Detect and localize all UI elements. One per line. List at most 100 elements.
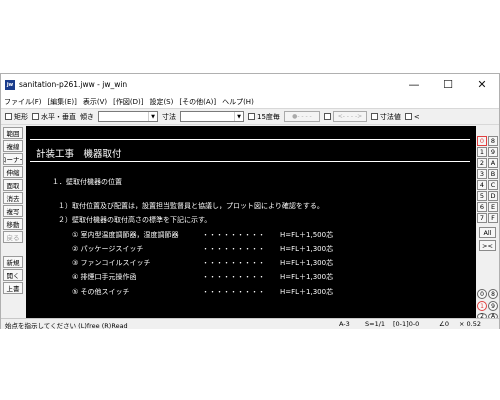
- item-value: H=FL＋1,300芯: [280, 288, 334, 296]
- window-title: sanitation-p261.jww - jw_win: [19, 80, 128, 89]
- tool-corner[interactable]: コーナー: [3, 153, 23, 165]
- arrow-checkbox[interactable]: [323, 113, 331, 120]
- maximize-button[interactable]: ☐: [431, 74, 465, 95]
- layer-circle-button[interactable]: 8: [488, 289, 498, 299]
- item-dots: ・・・・・・・・・: [202, 231, 265, 239]
- rect-label: 矩形: [14, 112, 28, 121]
- layer-readout[interactable]: [0-1]0-0: [393, 320, 419, 328]
- menu-bar: ファイル(F) [編集(E)] 表示(V) [作図(D)] 設定(S) [その他…: [1, 95, 499, 108]
- item-label: ③ ファンコイルスイッチ: [72, 259, 151, 267]
- lt-checkbox[interactable]: [404, 113, 412, 120]
- item-dots: ・・・・・・・・・: [202, 273, 265, 281]
- layer-group-button[interactable]: C: [488, 180, 498, 190]
- dimension-label: 寸法: [162, 112, 176, 121]
- tool-offset[interactable]: 複線: [3, 140, 23, 152]
- tool-range[interactable]: 範囲: [3, 127, 23, 139]
- close-button[interactable]: ✕: [465, 74, 499, 95]
- tool-stretch[interactable]: 伸縮: [3, 166, 23, 178]
- note-line-2: ２）壁取付機器の取付高さの標準を下記に示す。: [58, 216, 212, 224]
- tool-options-bar: 矩形 水平・垂直 傾き ▼ 寸法 ▼ 15度毎 ●- - - - <- - - …: [1, 108, 499, 125]
- menu-settings[interactable]: 設定(S): [149, 97, 173, 107]
- item-dots: ・・・・・・・・・: [202, 288, 265, 296]
- tool-overwrite[interactable]: 上書: [3, 282, 23, 294]
- dimension-combo[interactable]: ▼: [180, 111, 244, 122]
- layer-group-button[interactable]: 8: [488, 136, 498, 146]
- menu-help[interactable]: ヘルプ(H): [222, 97, 254, 107]
- arrow-style-button[interactable]: <- - - ->: [332, 111, 367, 122]
- tool-open[interactable]: 開く: [3, 269, 23, 281]
- point-style-button[interactable]: ●- - - -: [283, 111, 320, 122]
- chevron-down-icon: ▼: [148, 112, 157, 121]
- status-bar: 始点を指示してください (L)free (R)Read A-3 S=1/1 [0…: [1, 318, 499, 330]
- layer-group-button[interactable]: 6: [477, 202, 487, 212]
- scale-readout[interactable]: S=1/1: [365, 320, 385, 328]
- layer-group-button[interactable]: A: [488, 158, 498, 168]
- menu-view[interactable]: 表示(V): [83, 97, 107, 107]
- tool-chamfer[interactable]: 面取: [3, 179, 23, 191]
- layer-group-button[interactable]: 4: [477, 180, 487, 190]
- chevron-down-icon: ▼: [234, 112, 243, 121]
- layer-circle-button[interactable]: 1: [477, 301, 487, 311]
- zoom-readout[interactable]: × 0.52: [459, 320, 481, 328]
- layer-group-button[interactable]: 9: [488, 147, 498, 157]
- rect-checkbox[interactable]: [5, 113, 12, 120]
- item-dots: ・・・・・・・・・: [202, 245, 265, 253]
- angle-readout[interactable]: ∠0: [439, 320, 449, 328]
- drawing-canvas[interactable]: 計装工事 機器取付 １．壁取付機器の位置 １）取付位置及び配置は，設置担当監督員…: [26, 126, 476, 320]
- layer-group-button[interactable]: 1: [477, 147, 487, 157]
- tool-erase[interactable]: 消去: [3, 192, 23, 204]
- tool-copy[interactable]: 複写: [3, 205, 23, 217]
- menu-edit[interactable]: [編集(E)]: [48, 97, 77, 107]
- layer-circle-button[interactable]: 9: [488, 301, 498, 311]
- paper-size[interactable]: A-3: [339, 320, 350, 328]
- deg15-label: 15度毎: [257, 112, 280, 121]
- dim-value-checkbox[interactable]: [370, 113, 378, 120]
- item-label: ① 室内型温度調節器，湿度調節器: [72, 231, 179, 239]
- layer-group-button[interactable]: D: [488, 191, 498, 201]
- item-value: H=FL＋1,300芯: [280, 259, 334, 267]
- status-message: 始点を指示してください (L)free (R)Read: [5, 322, 128, 330]
- app-window: jw sanitation-p261.jww - jw_win — ☐ ✕ ファ…: [0, 73, 500, 330]
- layer-group-button[interactable]: 7: [477, 213, 487, 223]
- layer-group-button[interactable]: F: [488, 213, 498, 223]
- frame-line-heading: [30, 161, 470, 162]
- drawing-heading: 計装工事 機器取付: [36, 149, 122, 160]
- menu-other[interactable]: [その他(A)]: [179, 97, 216, 107]
- item-value: H=FL＋1,300芯: [280, 273, 334, 281]
- title-bar: jw sanitation-p261.jww - jw_win — ☐ ✕: [1, 74, 499, 95]
- minimize-button[interactable]: —: [397, 74, 431, 95]
- item-label: ② パッケージスイッチ: [72, 245, 144, 253]
- section-title: １．壁取付機器の位置: [52, 178, 122, 186]
- deg15-checkbox[interactable]: [248, 113, 255, 120]
- layer-group-button[interactable]: E: [488, 202, 498, 212]
- tool-new[interactable]: 新規: [3, 256, 23, 268]
- layer-group-button[interactable]: 5: [477, 191, 487, 201]
- layer-group-button[interactable]: 3: [477, 169, 487, 179]
- layer-circle-button[interactable]: 0: [477, 289, 487, 299]
- left-tool-panel: 範囲 複線 コーナー 伸縮 面取 消去 複写 移動 戻る 新規 開く 上書: [1, 126, 25, 320]
- item-label: ⑤ その他スイッチ: [72, 288, 130, 296]
- item-value: H=FL＋1,300芯: [280, 245, 334, 253]
- menu-draw[interactable]: [作図(D)]: [113, 97, 143, 107]
- dim-value-label: 寸法値: [379, 112, 401, 121]
- horiz-vert-checkbox[interactable]: [32, 113, 39, 120]
- layer-group-button[interactable]: 2: [477, 158, 487, 168]
- all-layers-button[interactable]: All: [479, 227, 496, 238]
- item-label: ④ 排煙口手元操作函: [72, 273, 137, 281]
- tilt-combo[interactable]: ▼: [98, 111, 158, 122]
- layer-group-button[interactable]: 0: [477, 136, 487, 146]
- horiz-vert-label: 水平・垂直: [41, 112, 76, 121]
- cross-layer-button[interactable]: ><: [479, 240, 496, 251]
- lt-label: <: [413, 112, 420, 121]
- tool-move[interactable]: 移動: [3, 218, 23, 230]
- menu-file[interactable]: ファイル(F): [4, 97, 42, 107]
- item-dots: ・・・・・・・・・: [202, 259, 265, 267]
- item-value: H=FL＋1,500芯: [280, 231, 334, 239]
- layer-panel: 0 8 1 9 2 A 3 B 4 C 5 D 6 E 7 F All >< 0…: [477, 126, 499, 320]
- app-icon: jw: [5, 79, 15, 90]
- layer-group-button[interactable]: B: [488, 169, 498, 179]
- note-line-1: １）取付位置及び配置は，設置担当監督員と協議し，プロット図により確認をする。: [58, 202, 324, 210]
- frame-line-top: [30, 139, 470, 140]
- tilt-label: 傾き: [80, 112, 94, 121]
- tool-undo[interactable]: 戻る: [3, 231, 23, 243]
